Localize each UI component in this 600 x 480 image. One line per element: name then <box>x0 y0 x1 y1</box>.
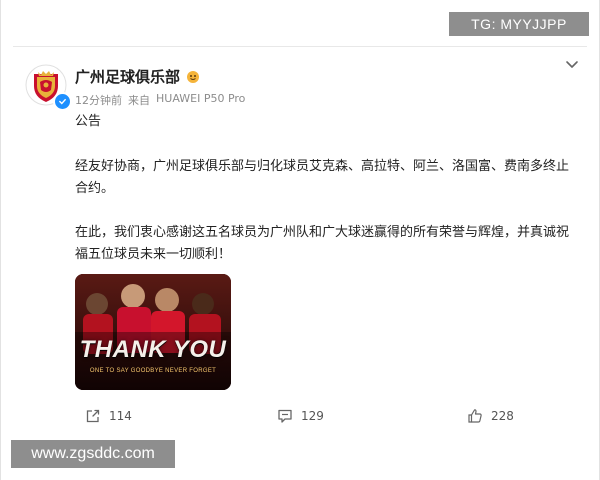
fan-badge-icon <box>187 70 200 83</box>
comment-icon <box>278 409 292 423</box>
post-paragraph-1: 经友好协商，广州足球俱乐部与归化球员艾克森、高拉特、阿兰、洛国富、费南多终止合约… <box>75 159 570 196</box>
post-image[interactable]: THANK YOU ONE TO SAY GOODBYE NEVER FORGE… <box>75 274 231 390</box>
header-divider <box>13 46 587 47</box>
site-watermark: www.zgsddc.com <box>11 440 175 468</box>
post-paragraph-2: 在此，我们衷心感谢这五名球员为广州队和广大球迷赢得的所有荣誉与辉煌，并真诚祝福五… <box>75 225 570 262</box>
source-prefix: 来自 <box>128 94 150 107</box>
post-card: TG: MYYJJPP 广州足球俱乐部 12分钟前 来自 HUAWEI P50 … <box>0 0 600 480</box>
verified-badge-icon <box>53 92 72 111</box>
image-banner-text: THANK YOU <box>79 336 227 363</box>
share-icon <box>86 409 100 423</box>
author-row: 广州足球俱乐部 <box>75 66 200 87</box>
like-count: 228 <box>491 409 514 423</box>
repost-count: 114 <box>109 409 132 423</box>
tg-watermark: TG: MYYJJPP <box>449 12 589 36</box>
chevron-down-icon[interactable] <box>564 58 580 72</box>
thumbs-up-icon <box>468 409 482 423</box>
like-button[interactable]: 228 <box>467 408 514 424</box>
comment-button[interactable]: 129 <box>277 408 324 424</box>
post-title: 公告 <box>75 114 102 129</box>
post-time: 12分钟前 <box>75 94 122 107</box>
image-subtitle: ONE TO SAY GOODBYE NEVER FORGET <box>89 368 217 374</box>
device-name: HUAWEI P50 Pro <box>156 92 246 105</box>
comment-count: 129 <box>301 409 324 423</box>
post-meta: 12分钟前 来自 HUAWEI P50 Pro <box>75 92 245 108</box>
repost-button[interactable]: 114 <box>85 408 132 424</box>
username[interactable]: 广州足球俱乐部 <box>75 66 180 87</box>
